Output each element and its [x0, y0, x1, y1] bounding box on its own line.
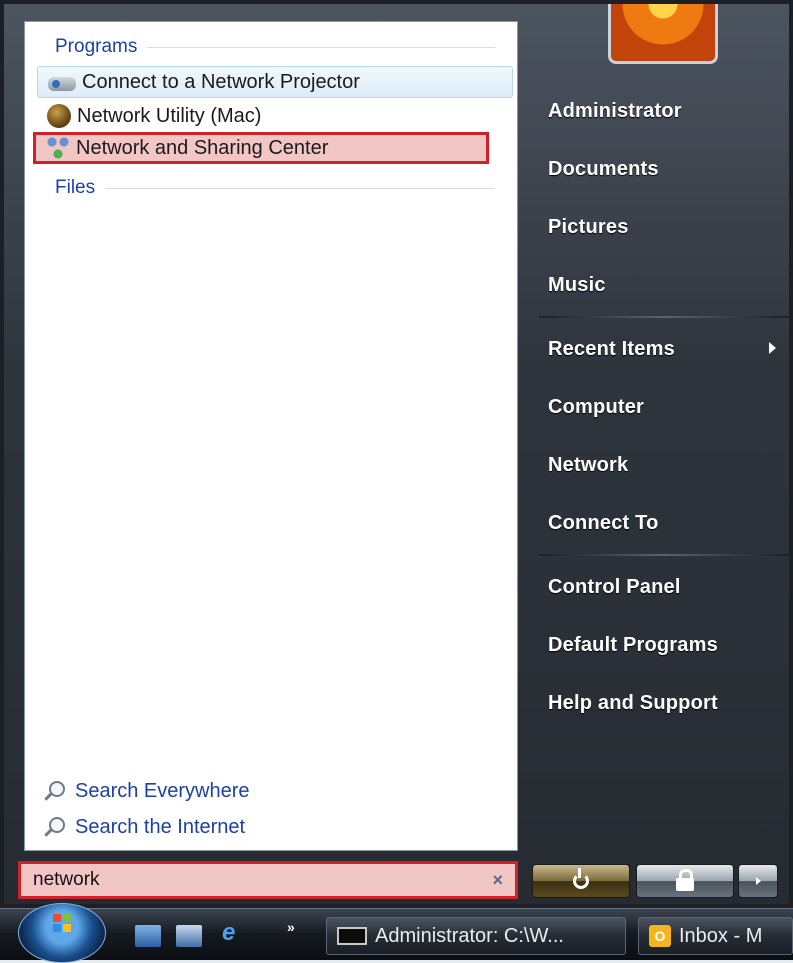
program-connect-network-projector[interactable]: Connect to a Network Projector — [37, 66, 513, 98]
right-item-music[interactable]: Music — [548, 274, 606, 297]
start-menu: Programs Connect to a Network Projector … — [0, 0, 793, 908]
right-divider — [539, 316, 789, 318]
taskbar-button-outlook[interactable]: O Inbox - M — [638, 917, 793, 955]
right-item-computer[interactable]: Computer — [548, 396, 644, 419]
arrow-right-icon — [755, 877, 761, 885]
programs-section-header: Programs — [55, 36, 495, 58]
switch-windows-icon[interactable] — [176, 925, 202, 947]
section-divider — [105, 187, 495, 189]
search-icon — [43, 816, 65, 839]
taskbar-button-command-prompt[interactable]: Administrator: C:\W... — [326, 917, 626, 955]
projector-icon — [48, 77, 76, 91]
right-item-control-panel[interactable]: Control Panel — [548, 576, 681, 599]
quick-launch-more[interactable]: » — [287, 919, 295, 935]
windows-logo-icon — [53, 914, 71, 932]
program-network-utility[interactable]: Network Utility (Mac) — [37, 100, 513, 132]
program-network-sharing-center[interactable]: Network and Sharing Center — [33, 132, 489, 164]
user-picture[interactable] — [608, 4, 718, 64]
right-item-connect-to[interactable]: Connect To — [548, 512, 659, 535]
search-icon — [43, 780, 65, 803]
clear-search-icon[interactable]: × — [492, 870, 503, 891]
program-label: Network Utility (Mac) — [77, 104, 262, 127]
right-item-pictures[interactable]: Pictures — [548, 216, 629, 239]
task-label: Administrator: C:\W... — [375, 924, 564, 947]
search-input[interactable] — [33, 869, 493, 891]
power-button[interactable] — [532, 864, 630, 898]
search-link-label: Search the Internet — [75, 816, 246, 838]
files-section-header: Files — [55, 177, 495, 199]
right-divider — [539, 554, 789, 556]
right-item-network[interactable]: Network — [548, 454, 628, 477]
internet-explorer-icon[interactable]: e — [222, 919, 248, 946]
right-item-administrator[interactable]: Administrator — [548, 100, 682, 123]
program-label: Network and Sharing Center — [76, 136, 329, 159]
outlook-icon: O — [649, 925, 671, 947]
start-search-box[interactable]: × — [18, 861, 518, 899]
show-desktop-icon[interactable] — [135, 925, 161, 947]
network-sharing-center-icon — [46, 136, 70, 160]
program-label: Connect to a Network Projector — [82, 70, 360, 93]
shutdown-options-button[interactable] — [738, 864, 778, 898]
taskbar: e » Administrator: C:\W... O Inbox - M — [0, 903, 793, 963]
submenu-arrow-icon — [769, 342, 776, 354]
search-everywhere-link[interactable]: Search Everywhere — [43, 780, 250, 803]
right-item-help-support[interactable]: Help and Support — [548, 692, 718, 715]
section-divider — [147, 46, 495, 48]
start-button[interactable] — [18, 903, 106, 963]
search-internet-link[interactable]: Search the Internet — [43, 816, 245, 839]
lock-icon — [676, 868, 694, 891]
right-item-default-programs[interactable]: Default Programs — [548, 634, 718, 657]
start-menu-left-panel: Programs Connect to a Network Projector … — [24, 21, 518, 851]
right-item-documents[interactable]: Documents — [548, 158, 659, 181]
task-label: Inbox - M — [679, 924, 763, 947]
command-prompt-icon — [337, 927, 367, 945]
lock-button[interactable] — [636, 864, 734, 898]
files-header-label: Files — [55, 177, 96, 198]
right-item-recent-items[interactable]: Recent Items — [548, 338, 675, 361]
network-utility-icon — [47, 104, 71, 128]
power-icon — [573, 868, 589, 889]
search-link-label: Search Everywhere — [75, 780, 250, 802]
programs-header-label: Programs — [55, 36, 138, 57]
